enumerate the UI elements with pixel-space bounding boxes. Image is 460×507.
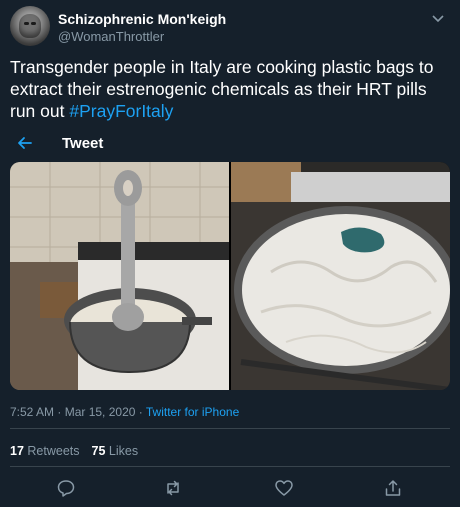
tweet-time[interactable]: 7:52 AM xyxy=(10,405,54,419)
meta-separator: · xyxy=(135,405,146,419)
retweets-label: Retweets xyxy=(27,444,80,458)
tweet-stats: 17 Retweets 75 Likes xyxy=(10,444,138,458)
avatar-eye xyxy=(24,22,29,25)
retweets-stat[interactable]: 17 Retweets xyxy=(10,444,80,458)
photo-rice-pot[interactable] xyxy=(10,162,229,390)
likes-label: Likes xyxy=(108,444,139,458)
tweet-nav-bar: Tweet xyxy=(10,132,450,156)
meta-separator: · xyxy=(54,405,65,419)
photo-plastic-bags-pot[interactable] xyxy=(231,162,450,390)
tweet-card: Schizophrenic Mon'keigh @WomanThrottler … xyxy=(0,0,460,507)
tweet-header: Schizophrenic Mon'keigh @WomanThrottler xyxy=(10,6,450,50)
likes-stat[interactable]: 75 Likes xyxy=(92,444,139,458)
share-icon[interactable] xyxy=(383,478,403,498)
divider xyxy=(10,466,450,467)
likes-count: 75 xyxy=(91,444,106,458)
avatar[interactable] xyxy=(10,6,50,46)
retweet-icon[interactable] xyxy=(163,478,183,498)
avatar-face xyxy=(19,14,41,38)
author-name[interactable]: Schizophrenic Mon'keigh xyxy=(58,11,226,27)
arrow-left-icon[interactable] xyxy=(16,134,34,152)
tweet-source[interactable]: Twitter for iPhone xyxy=(146,405,239,419)
avatar-eye xyxy=(31,22,36,25)
page-title: Tweet xyxy=(62,135,104,152)
chevron-down-icon[interactable] xyxy=(430,10,446,26)
hashtag-link[interactable]: #PrayForItaly xyxy=(69,101,173,121)
reply-icon[interactable] xyxy=(56,478,76,498)
tweet-media[interactable] xyxy=(10,162,450,390)
tweet-timestamp: 7:52 AM · Mar 15, 2020 · Twitter for iPh… xyxy=(10,405,239,419)
tweet-date[interactable]: Mar 15, 2020 xyxy=(65,405,136,419)
tweet-actions xyxy=(0,478,460,500)
tweet-text: Transgender people in Italy are cooking … xyxy=(10,56,450,122)
divider xyxy=(10,428,450,429)
retweets-count: 17 xyxy=(10,444,24,458)
heart-icon[interactable] xyxy=(274,478,294,498)
author-handle[interactable]: @WomanThrottler xyxy=(58,29,164,44)
